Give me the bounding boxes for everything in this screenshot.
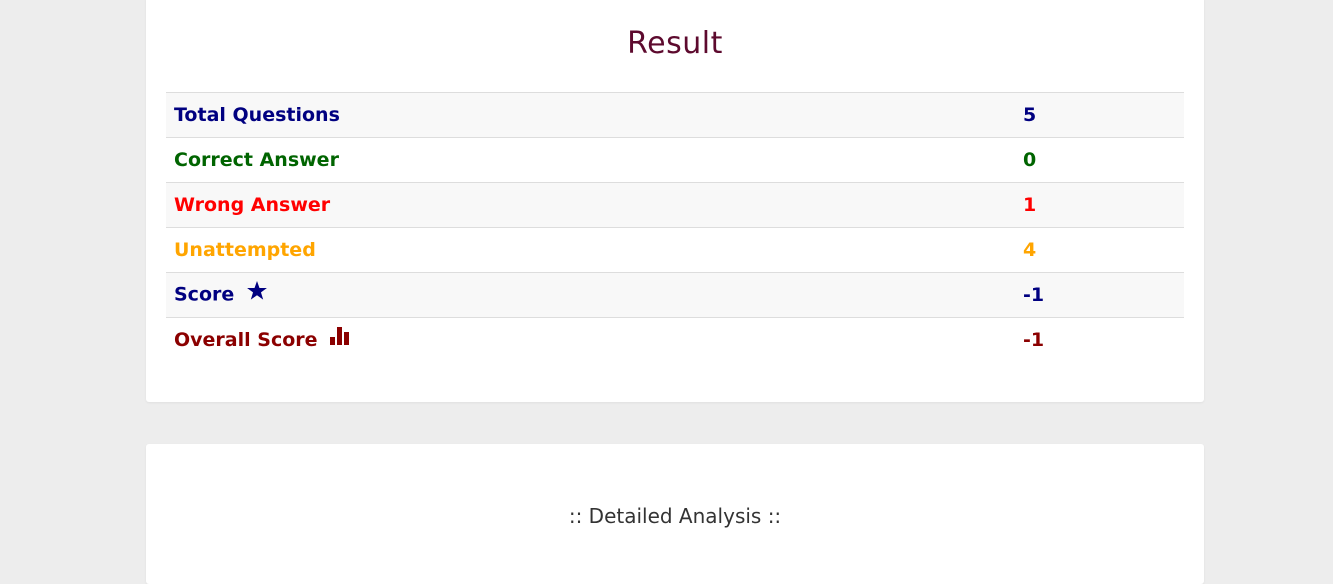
overall-score-value: -1 — [1023, 329, 1045, 352]
row-value-correct-answer: 0 — [1015, 138, 1184, 183]
score-value: -1 — [1023, 284, 1045, 306]
overall-score-label: Overall Score — [174, 328, 318, 351]
result-card: Result Total Questions 5 Correct Answer … — [146, 0, 1204, 402]
row-label-correct-answer: Correct Answer — [166, 138, 1015, 183]
correct-answer-label: Correct Answer — [174, 149, 339, 171]
table-row-unattempted: Unattempted 4 — [166, 227, 1184, 273]
row-label-total-questions: Total Questions — [166, 93, 1015, 138]
table-row-overall-score: Overall Score -1 — [166, 317, 1184, 363]
wrong-answer-value: 1 — [1023, 194, 1037, 216]
row-value-unattempted: 4 — [1015, 228, 1184, 273]
row-value-wrong-answer: 1 — [1015, 183, 1184, 228]
analysis-card: :: Detailed Analysis :: — [146, 444, 1204, 584]
table-row-score: Score -1 — [166, 272, 1184, 318]
table-row-correct-answer: Correct Answer 0 — [166, 137, 1184, 183]
unattempted-value: 4 — [1023, 239, 1037, 261]
total-questions-value: 5 — [1023, 104, 1037, 126]
result-title: Result — [627, 26, 723, 61]
table-row-wrong-answer: Wrong Answer 1 — [166, 182, 1184, 228]
detailed-analysis-title: :: Detailed Analysis :: — [568, 504, 782, 528]
row-label-score: Score — [166, 273, 1015, 318]
row-value-overall-score: -1 — [1015, 318, 1184, 363]
correct-answer-value: 0 — [1023, 149, 1037, 171]
bar-chart-icon — [330, 326, 350, 350]
result-table: Total Questions 5 Correct Answer 0 Wrong… — [166, 92, 1184, 363]
star-icon — [246, 281, 267, 305]
row-label-wrong-answer: Wrong Answer — [166, 183, 1015, 228]
total-questions-label: Total Questions — [174, 104, 340, 126]
row-value-score: -1 — [1015, 273, 1184, 318]
row-label-unattempted: Unattempted — [166, 228, 1015, 273]
wrong-answer-label: Wrong Answer — [174, 194, 331, 216]
row-label-overall-score: Overall Score — [166, 318, 1015, 363]
row-value-total-questions: 5 — [1015, 93, 1184, 138]
unattempted-label: Unattempted — [174, 239, 316, 261]
table-row-total-questions: Total Questions 5 — [166, 92, 1184, 138]
score-label: Score — [174, 283, 235, 306]
